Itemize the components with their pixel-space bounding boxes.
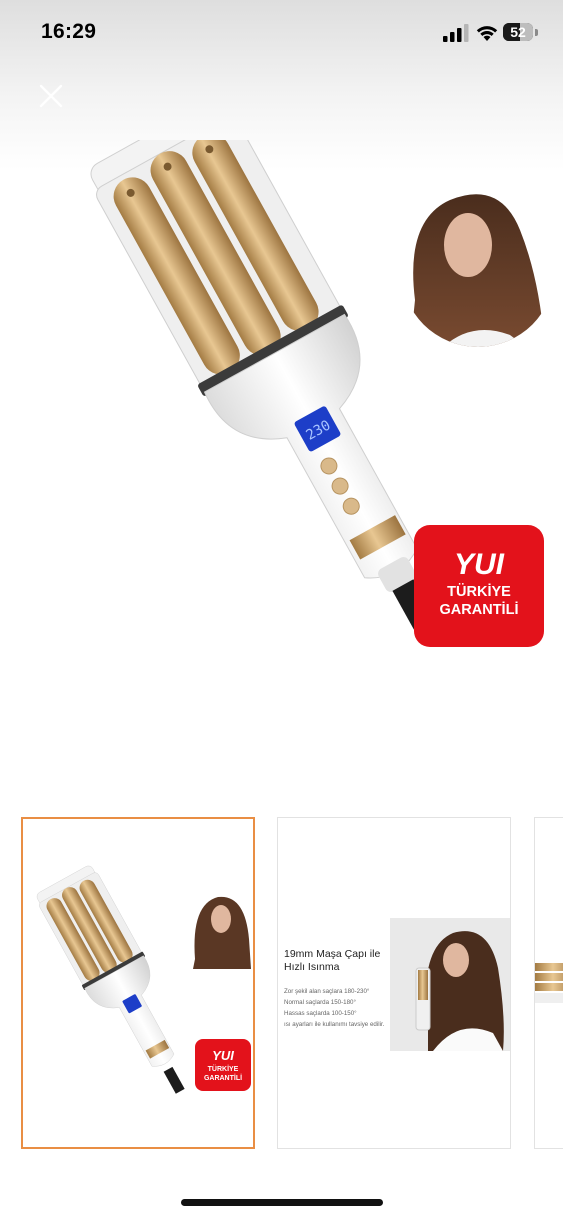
thumbnail-3[interactable] — [534, 817, 563, 1149]
thumb2-line: Zor şekil alan saçlara 180-230° — [284, 988, 370, 995]
badge-brand: YUI — [454, 548, 505, 581]
home-indicator[interactable] — [181, 1199, 383, 1206]
status-bar: 16:29 52 — [0, 0, 563, 70]
thumb2-line: Hassas saçlarda 100-150° — [284, 1010, 357, 1017]
thumbnail-2[interactable]: 19mm Maşa Çapı ile Hızlı Isınma Zor şeki… — [277, 817, 511, 1149]
cellular-signal-icon — [443, 24, 469, 42]
thumb2-line: Normal saçlarda 150-180° — [284, 999, 356, 1006]
thumbnail-strip: YUI TÜRKİYE GARANTİLİ 19mm Maşa Çapı ile… — [0, 815, 563, 1155]
main-product-image[interactable]: 230 YUI TÜRKİYE GARANTİLİ — [0, 140, 563, 680]
thumb2-description: Zor şekil alan saçlara 180-230° Normal s… — [284, 986, 394, 1030]
thumb-badge-brand: YUI — [212, 1048, 234, 1063]
thumb2-title: 19mm Maşa Çapı ile Hızlı Isınma — [284, 948, 381, 973]
close-icon[interactable] — [35, 80, 67, 112]
badge-line1: TÜRKİYE — [447, 583, 511, 600]
model-photo — [401, 193, 555, 347]
thumb-badge-line2: GARANTİLİ — [204, 1074, 242, 1082]
thumbnail-1[interactable]: YUI TÜRKİYE GARANTİLİ — [21, 817, 255, 1149]
thumb-badge-line1: TÜRKİYE — [208, 1064, 239, 1073]
status-time: 16:29 — [41, 20, 97, 43]
battery-icon: 52 — [503, 23, 539, 43]
badge-line2: GARANTİLİ — [440, 601, 519, 618]
battery-level: 52 — [510, 24, 526, 40]
warranty-badge: YUI TÜRKİYE GARANTİLİ — [414, 525, 544, 647]
thumb2-line: ısı ayarları ile kullanımı tavsiye edili… — [284, 1021, 385, 1028]
wifi-icon — [476, 26, 498, 41]
